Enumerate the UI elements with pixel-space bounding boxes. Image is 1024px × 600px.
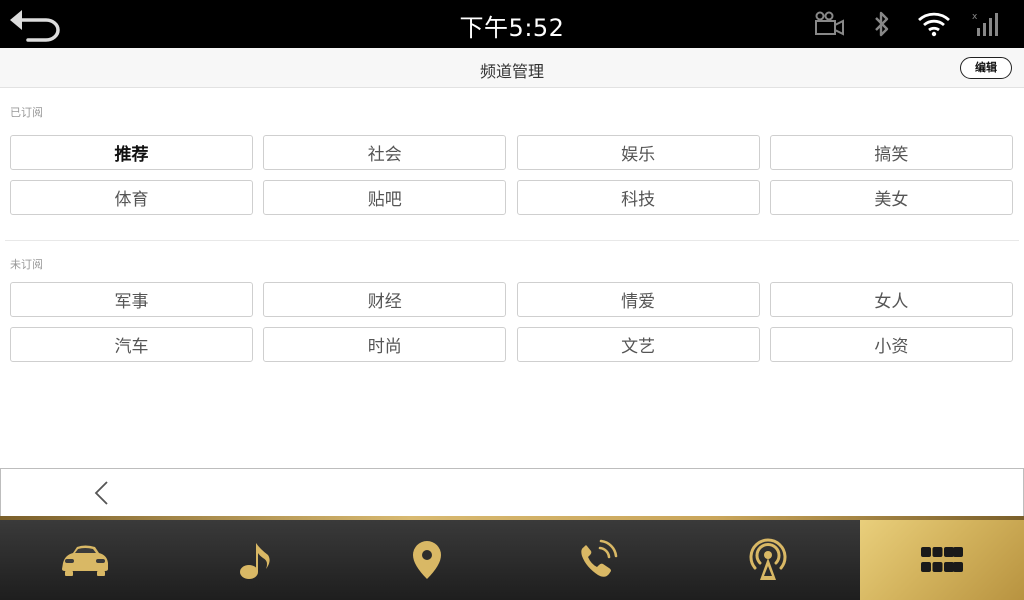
unsubscribed-channel-chip[interactable]: 小资 <box>769 327 1013 362</box>
dock-car-button[interactable] <box>0 520 171 600</box>
unsubscribed-channel-chip[interactable]: 女人 <box>769 282 1013 317</box>
chevron-left-icon <box>94 481 108 505</box>
subscribed-channel-chip[interactable]: 社会 <box>263 135 507 170</box>
subscribed-channel-chip[interactable]: 推荐 <box>10 135 253 170</box>
bluetooth-icon <box>856 8 908 40</box>
channel-management-page: 频道管理 编辑 已订阅 推荐 社会 娱乐 搞笑体育 贴吧 科技 美女 未订阅 军事 财经 情爱女… <box>0 48 1024 468</box>
unsubscribed-channel-chip[interactable]: 财经 <box>263 282 507 317</box>
unsubscribed-channel-chip[interactable]: 军事 <box>10 282 253 317</box>
dock-phone-button[interactable] <box>512 520 683 600</box>
subscribed-section-label: 已订阅 <box>10 106 43 119</box>
cellular-signal-icon: x <box>960 8 1012 40</box>
video-camera-icon <box>804 8 856 40</box>
edit-button[interactable]: 编辑 <box>960 57 1012 79</box>
unsubscribed-section-label: 未订阅 <box>10 258 43 271</box>
subscribed-channel-chip[interactable]: 美女 <box>769 180 1013 215</box>
svg-text:x: x <box>972 12 978 22</box>
subscribed-channel-chip[interactable]: 娱乐 <box>516 135 760 170</box>
navigation-strip <box>0 468 1024 517</box>
page-title: 频道管理 <box>479 62 544 81</box>
car-icon <box>62 545 109 576</box>
dock-music-button[interactable] <box>171 520 342 600</box>
unsubscribed-channel-grid: 军事 财经 情爱 女人汽车 时尚 文艺 小资 <box>10 282 1014 362</box>
subscribed-channel-chip[interactable]: 体育 <box>10 180 253 215</box>
dock-radio-button[interactable] <box>683 520 854 600</box>
subscribed-channel-chip[interactable]: 贴吧 <box>263 180 507 215</box>
unsubscribed-channel-chip[interactable]: 情爱 <box>516 282 760 317</box>
radio-antenna-icon <box>749 538 787 580</box>
phone-icon <box>581 539 618 577</box>
unsubscribed-channel-chip[interactable]: 汽车 <box>10 327 253 362</box>
subscribed-channel-chip[interactable]: 搞笑 <box>769 135 1013 170</box>
status-icons: x <box>804 8 1012 40</box>
unsubscribed-channel-chip[interactable]: 文艺 <box>516 327 760 362</box>
location-pin-icon <box>412 541 441 579</box>
wifi-icon <box>908 8 960 40</box>
page-header: 频道管理 编辑 <box>0 48 1024 88</box>
subscribed-channel-grid: 推荐 社会 娱乐 搞笑体育 贴吧 科技 美女 <box>10 135 1014 215</box>
unsubscribed-channel-chip[interactable]: 时尚 <box>263 327 507 362</box>
dock-navigation-button[interactable] <box>341 520 512 600</box>
section-divider <box>5 240 1019 241</box>
apps-grid-icon <box>921 547 963 572</box>
app-dock <box>0 520 1024 600</box>
subscribed-channel-chip[interactable]: 科技 <box>516 180 760 215</box>
status-bar: 下午5:52 x <box>0 0 1024 48</box>
dock-apps-button[interactable] <box>860 520 1024 600</box>
music-note-icon <box>239 543 270 579</box>
nav-back-button[interactable] <box>87 477 117 509</box>
